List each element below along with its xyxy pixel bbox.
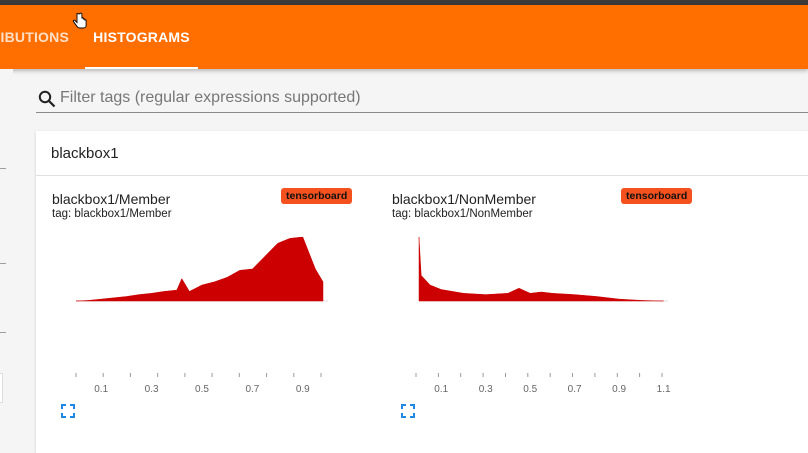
x-tick-label: 0.9 xyxy=(612,384,626,395)
histogram-area xyxy=(75,237,324,302)
histogram-area xyxy=(418,237,664,302)
run-badge: tensorboard xyxy=(621,188,693,204)
card-tag: tag: blackbox1/Member xyxy=(52,208,172,220)
run-badge: tensorboard xyxy=(281,188,353,204)
x-tick-label: 0.5 xyxy=(523,384,537,395)
sidebar-divider xyxy=(0,168,6,169)
sidebar-divider xyxy=(0,332,6,333)
card-title: blackbox1/NonMember xyxy=(392,191,536,207)
tab-histograms[interactable]: HISTOGRAMS xyxy=(85,5,198,69)
x-tick-label: 0.9 xyxy=(296,384,310,395)
fullscreen-icon[interactable] xyxy=(61,404,75,418)
header-bar: RIBUTIONS HISTOGRAMS xyxy=(0,5,808,69)
x-tick-label: 0.1 xyxy=(94,384,108,395)
x-tick-label: 0.1 xyxy=(434,384,448,395)
x-tick-label: 0.7 xyxy=(568,384,582,395)
tab-distributions[interactable]: RIBUTIONS xyxy=(0,5,76,69)
tab-distributions-label: RIBUTIONS xyxy=(0,29,69,45)
tag-filter xyxy=(36,84,808,113)
category-header[interactable]: blackbox1 xyxy=(36,131,808,176)
search-icon xyxy=(38,90,56,108)
search-input[interactable] xyxy=(60,86,800,110)
sidebar-divider xyxy=(0,263,6,264)
hand-cursor-icon xyxy=(72,12,87,29)
sidebar-input-edge[interactable] xyxy=(0,373,3,403)
x-tick-label: 1.1 xyxy=(657,384,671,395)
histogram-chart: 0.1 0.3 0.5 0.7 0.9 1.1 xyxy=(415,237,671,395)
category-title: blackbox1 xyxy=(51,145,119,162)
tab-histograms-label: HISTOGRAMS xyxy=(93,29,190,45)
histogram-chart: 0.1 0.3 0.5 0.7 0.9 xyxy=(75,237,328,395)
x-tick-label: 0.5 xyxy=(195,384,209,395)
histogram-card: blackbox1/NonMember tag: blackbox1/NonMe… xyxy=(376,177,708,453)
tag-category: blackbox1 blackbox1/Member tag: blackbox… xyxy=(36,131,808,453)
card-title: blackbox1/Member xyxy=(52,191,171,207)
histogram-card: blackbox1/Member tag: blackbox1/Member t… xyxy=(36,177,368,453)
x-tick-label: 0.3 xyxy=(145,384,159,395)
fullscreen-icon[interactable] xyxy=(401,404,415,418)
x-tick-label: 0.7 xyxy=(245,384,259,395)
x-tick-label: 0.3 xyxy=(479,384,493,395)
active-tab-indicator xyxy=(85,67,198,69)
card-tag: tag: blackbox1/NonMember xyxy=(392,208,533,220)
